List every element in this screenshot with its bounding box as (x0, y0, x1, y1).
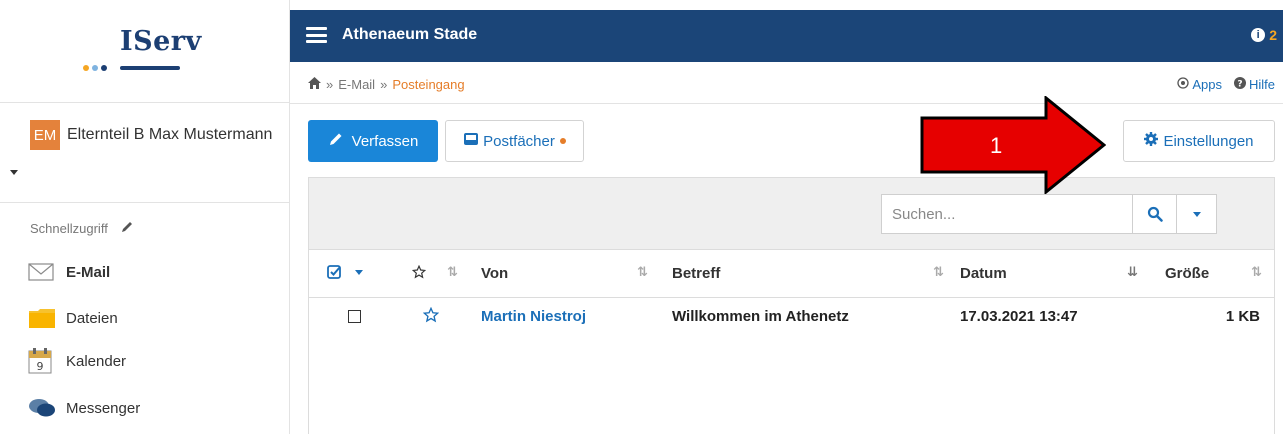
school-name[interactable]: Athenaeum Stade (342, 26, 477, 44)
sort-desc-icon[interactable]: ⇊ (1127, 264, 1138, 280)
mail-list-header (309, 178, 1274, 250)
notifications[interactable]: i 2 (1251, 27, 1277, 43)
column-header-from[interactable]: Von (481, 265, 508, 282)
red-arrow-annotation: 1 (920, 96, 1106, 194)
breadcrumb-separator: » (326, 76, 334, 92)
breadcrumb-separator: » (380, 76, 388, 92)
top-right-links: Apps ? Hilfe (1177, 77, 1275, 92)
sort-icon[interactable]: ⇅ (933, 264, 944, 280)
help-label: Hilfe (1248, 77, 1275, 92)
mail-date: 17.03.2021 13:47 (960, 308, 1078, 325)
info-icon: i (1251, 28, 1266, 42)
settings-button[interactable]: Einstellungen (1123, 120, 1275, 162)
envelope-icon (28, 260, 60, 284)
column-header-size[interactable]: Größe (1165, 265, 1209, 282)
user-caret-icon[interactable] (10, 170, 18, 175)
mail-list-panel: ⇅ Von ⇅ Betreff ⇅ Datum ⇊ Größe ⇅ Martin… (308, 177, 1275, 434)
svg-text:9: 9 (37, 360, 44, 373)
hamburger-menu-icon[interactable] (306, 27, 327, 43)
arrow-number: 1 (990, 133, 1002, 158)
sidebar-item-label: E-Mail (66, 263, 111, 281)
pencil-icon (328, 131, 344, 151)
gear-icon (1144, 132, 1159, 150)
sidebar-item-label: Kalender (66, 352, 127, 370)
iserv-logo[interactable]: IServ (80, 26, 201, 80)
top-navbar: Athenaeum Stade i 2 (290, 10, 1283, 62)
column-header-date[interactable]: Datum (960, 265, 1007, 282)
search-input[interactable] (882, 195, 1132, 233)
sort-icon[interactable]: ⇅ (1251, 264, 1262, 280)
sidebar-item-files[interactable]: Dateien (28, 306, 118, 330)
sidebar-item-label: Messenger (66, 399, 141, 417)
sidebar-item-messenger[interactable]: Messenger (28, 396, 140, 420)
apps-label: Apps (1192, 77, 1222, 92)
unread-dot-icon (559, 138, 566, 144)
home-icon[interactable] (308, 76, 321, 92)
quick-access-label: Schnellzugriff (30, 221, 108, 236)
sort-icon[interactable]: ⇅ (447, 264, 458, 280)
pencil-icon[interactable] (120, 220, 134, 237)
chat-bubbles-icon (28, 396, 60, 420)
quick-access-header: Schnellzugriff (30, 220, 134, 237)
search-button[interactable] (1132, 195, 1176, 233)
star-icon[interactable] (422, 306, 440, 327)
folder-icon (28, 306, 60, 330)
sort-icon[interactable]: ⇅ (637, 264, 648, 280)
user-name: Elternteil B Max Mustermann (67, 126, 273, 143)
logo-underline (120, 66, 180, 70)
search-icon (1147, 206, 1163, 222)
logo-text: IServ (120, 26, 202, 57)
select-all-checkbox[interactable] (327, 265, 363, 279)
table-row[interactable]: Martin Niestroj Willkommen im Athenetz 1… (309, 298, 1274, 338)
star-column-icon[interactable] (412, 265, 426, 279)
avatar: EM (30, 120, 60, 150)
settings-label: Einstellungen (1163, 132, 1254, 150)
search-group (881, 194, 1217, 234)
svg-text:?: ? (1237, 80, 1242, 90)
chevron-down-icon[interactable] (355, 269, 363, 275)
apps-icon (1177, 77, 1189, 92)
search-options-dropdown[interactable] (1176, 195, 1216, 233)
logo-dots (83, 65, 107, 71)
compose-label: Verfassen (351, 132, 419, 150)
column-header-subject[interactable]: Betreff (672, 265, 720, 282)
divider (0, 202, 290, 203)
table-header: ⇅ Von ⇅ Betreff ⇅ Datum ⇊ Größe ⇅ (309, 250, 1274, 298)
user-menu[interactable]: EM Elternteil B Max Mustermann (30, 120, 272, 150)
breadcrumb-inbox[interactable]: Posteingang (392, 77, 464, 92)
calendar-icon: 9 (28, 348, 60, 374)
checkbox-checked-icon (327, 265, 341, 279)
mail-from[interactable]: Martin Niestroj (481, 308, 586, 325)
mailboxes-button[interactable]: Postfächer (445, 120, 584, 162)
divider (0, 102, 290, 103)
compose-button[interactable]: Verfassen (308, 120, 438, 162)
breadcrumb: » E-Mail » Posteingang (308, 76, 465, 92)
inbox-icon (463, 132, 479, 150)
row-checkbox[interactable] (348, 310, 361, 323)
sidebar: IServ EM Elternteil B Max Mustermann Sch… (0, 0, 290, 434)
notification-count: 2 (1269, 27, 1277, 43)
sidebar-item-calendar[interactable]: 9 Kalender (28, 348, 127, 374)
breadcrumb-email[interactable]: E-Mail (338, 77, 375, 92)
sidebar-item-email[interactable]: E-Mail (28, 260, 110, 284)
help-icon: ? (1233, 77, 1246, 92)
apps-link[interactable]: Apps (1177, 77, 1222, 92)
breadcrumb-bar: » E-Mail » Posteingang Apps ? Hilfe (290, 62, 1283, 104)
help-link[interactable]: ? Hilfe (1233, 77, 1275, 92)
mailboxes-label: Postfächer (483, 132, 555, 150)
sidebar-item-label: Dateien (66, 309, 118, 327)
mail-subject[interactable]: Willkommen im Athenetz (672, 308, 849, 325)
mail-size: 1 KB (1225, 308, 1260, 325)
chevron-down-icon (1192, 211, 1201, 217)
